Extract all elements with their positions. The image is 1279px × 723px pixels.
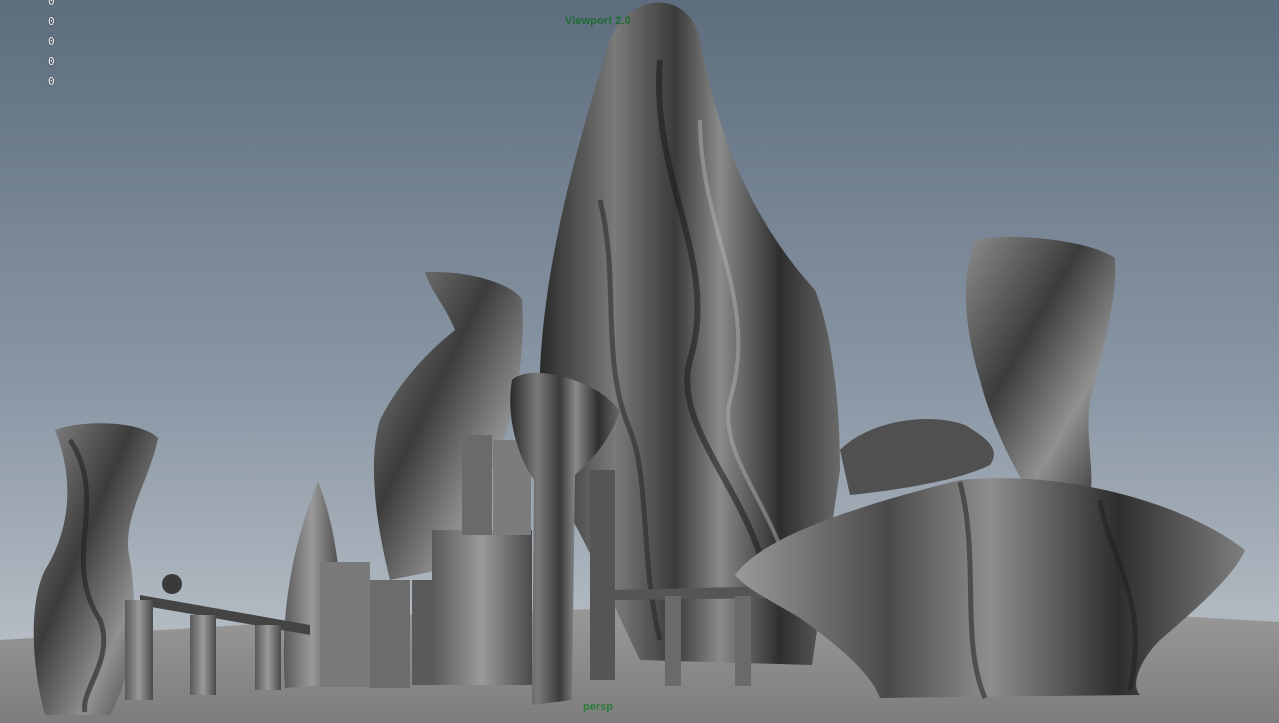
renderer-label: Viewport 2.0	[565, 15, 631, 27]
tulip-tower-base	[590, 470, 615, 680]
walkway-pillar	[190, 615, 216, 695]
hud-counter: 0	[48, 35, 55, 48]
3d-viewport[interactable]: 0 0 0 0 0 Viewport 2.0 persp	[0, 0, 1279, 723]
walkway-pillar	[125, 600, 153, 700]
walkway-pillar	[665, 596, 681, 686]
building-block[interactable]	[370, 580, 410, 688]
walkway-pillar	[735, 596, 751, 686]
hud-counter: 0	[48, 55, 55, 68]
building-block[interactable]	[432, 530, 532, 685]
tree-prop	[162, 574, 182, 594]
walkway-pillar	[255, 625, 281, 690]
scene-render[interactable]	[0, 0, 1279, 723]
camera-label: persp	[583, 701, 613, 713]
hud-counter: 0	[48, 0, 55, 8]
building-block[interactable]	[462, 435, 492, 535]
building-block[interactable]	[412, 580, 434, 685]
hud-counter: 0	[48, 15, 55, 28]
hud-counter: 0	[48, 75, 55, 88]
building-block[interactable]	[320, 562, 370, 687]
